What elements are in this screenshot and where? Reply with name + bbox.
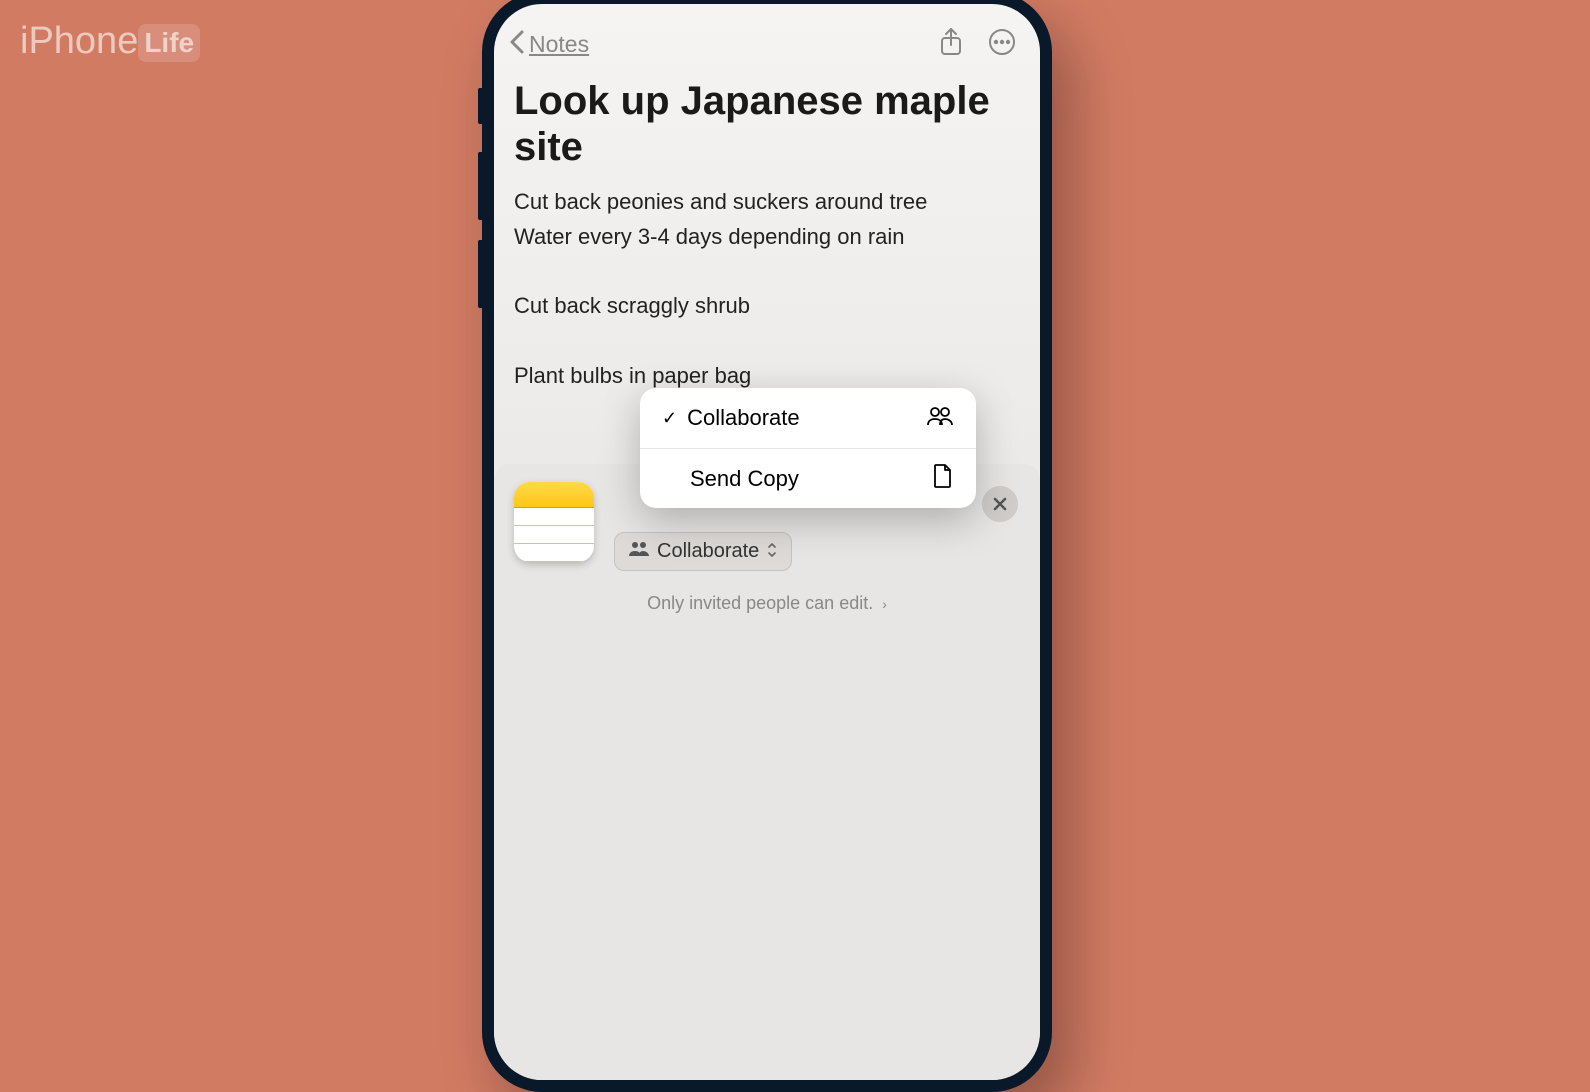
note-line: Water every 3-4 days depending on rain: [514, 219, 1020, 254]
phone-physical-button-voldown: [478, 240, 482, 308]
close-button[interactable]: [982, 486, 1018, 522]
popup-item-collaborate[interactable]: ✓ Collaborate: [640, 388, 976, 448]
people-small-icon: [629, 541, 649, 562]
phone-physical-button-volup: [478, 152, 482, 220]
note-line: Cut back scraggly shrub: [514, 288, 1020, 323]
watermark-prefix: iPhone: [20, 20, 138, 62]
more-icon[interactable]: [988, 28, 1016, 61]
phone-physical-button-silence: [478, 88, 482, 124]
phone-frame: Notes Look up Japanese maple si: [482, 0, 1052, 1092]
watermark-logo: iPhoneLife: [20, 20, 200, 63]
back-label: Notes: [529, 31, 589, 58]
nav-bar: Notes: [494, 4, 1040, 68]
share-mode-popup: ✓ Collaborate Send Copy: [640, 388, 976, 508]
share-icon[interactable]: [938, 27, 964, 62]
popup-item-label: Send Copy: [690, 466, 932, 492]
note-body: Cut back peonies and suckers around tree…: [514, 184, 1020, 393]
watermark-suffix: Life: [138, 24, 200, 62]
document-icon: [932, 463, 954, 494]
updown-chevron-icon: [767, 542, 777, 561]
checkmark-icon: ✓: [662, 408, 677, 429]
collaborate-dropdown[interactable]: Collaborate: [614, 532, 792, 571]
popup-item-label: Collaborate: [687, 405, 926, 431]
note-content-area[interactable]: Look up Japanese maple site Cut back peo…: [494, 68, 1040, 403]
notes-app-icon: [514, 482, 594, 562]
share-permissions-button[interactable]: Only invited people can edit. ›: [514, 593, 1020, 614]
share-sheet: Collaborate: [494, 464, 1040, 1080]
note-blank-line: [514, 254, 1020, 288]
share-permissions-label: Only invited people can edit.: [647, 593, 873, 613]
back-button[interactable]: Notes: [508, 29, 914, 60]
note-title: Look up Japanese maple site: [514, 78, 1020, 170]
popup-item-send-copy[interactable]: Send Copy: [640, 448, 976, 508]
phone-screen: Notes Look up Japanese maple si: [494, 4, 1040, 1080]
collaborate-dropdown-label: Collaborate: [657, 540, 759, 563]
chevron-left-icon: [508, 29, 525, 60]
chevron-right-icon: ›: [882, 596, 887, 612]
people-icon: [926, 405, 954, 432]
close-icon: [993, 497, 1007, 511]
note-line: Cut back peonies and suckers around tree: [514, 184, 1020, 219]
note-blank-line: [514, 324, 1020, 358]
